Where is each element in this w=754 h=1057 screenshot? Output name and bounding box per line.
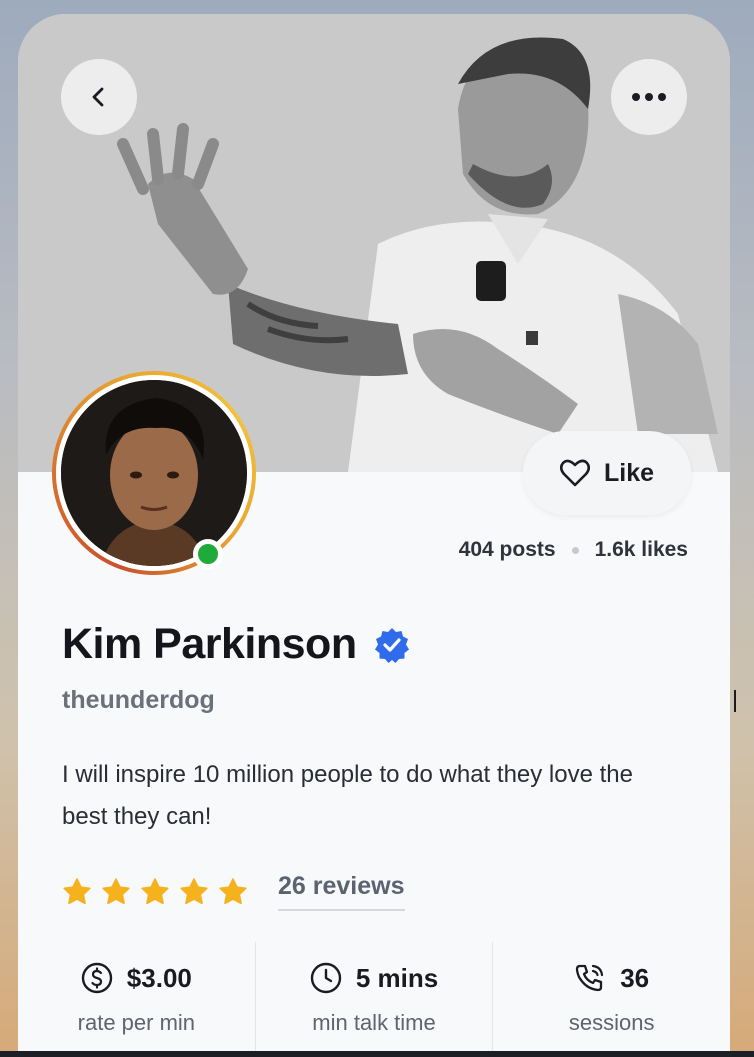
sessions-value: 36 (620, 962, 650, 993)
dollar-icon (81, 962, 112, 994)
star-icon (63, 877, 91, 904)
rating-row: 26 reviews (62, 872, 405, 911)
text-cursor (730, 690, 754, 714)
metric-talk-time: 5 mins min talk time (254, 942, 493, 1057)
talk-time-value: 5 mins (355, 962, 439, 993)
rate-label: rate per min (77, 1010, 196, 1035)
profile-stats: 404 posts 1.6k likes (18, 538, 688, 562)
profile-card: Like 404 posts 1.6k likes Kim Parkinson … (18, 14, 730, 1057)
session-metrics: $3.00 rate per min 5 mins min talk time … (18, 942, 730, 1057)
phone-icon (576, 964, 604, 992)
profile-handle: theunderdog (62, 686, 215, 714)
star-icon (102, 877, 130, 904)
like-button-label: Like (603, 458, 655, 487)
clock-icon (310, 962, 342, 994)
verified-badge-icon (374, 627, 409, 663)
sessions-label: sessions (568, 1010, 655, 1035)
star-icon (180, 877, 208, 904)
profile-name: Kim Parkinson (62, 620, 357, 668)
chevron-left-icon (92, 87, 104, 107)
back-button[interactable] (61, 59, 137, 135)
star-rating (62, 877, 248, 906)
separator-dot (571, 546, 579, 554)
metric-sessions: 36 sessions (492, 942, 730, 1057)
reviews-link[interactable]: 26 reviews (278, 872, 405, 911)
name-row: Kim Parkinson (62, 620, 411, 669)
star-icon (219, 877, 247, 904)
likes-count[interactable]: 1.6k likes (595, 538, 688, 562)
star-icon (141, 877, 169, 904)
bottom-strip (0, 1051, 754, 1057)
talk-time-label: min talk time (312, 1010, 436, 1035)
metric-rate: $3.00 rate per min (18, 942, 255, 1057)
more-options-button[interactable] (611, 59, 687, 135)
like-button[interactable]: Like (523, 431, 691, 515)
more-horizontal-icon (632, 93, 666, 101)
heart-icon (559, 459, 590, 487)
rate-value: $3.00 (126, 962, 192, 993)
posts-count[interactable]: 404 posts (459, 538, 556, 562)
profile-bio: I will inspire 10 million people to do w… (62, 761, 633, 830)
